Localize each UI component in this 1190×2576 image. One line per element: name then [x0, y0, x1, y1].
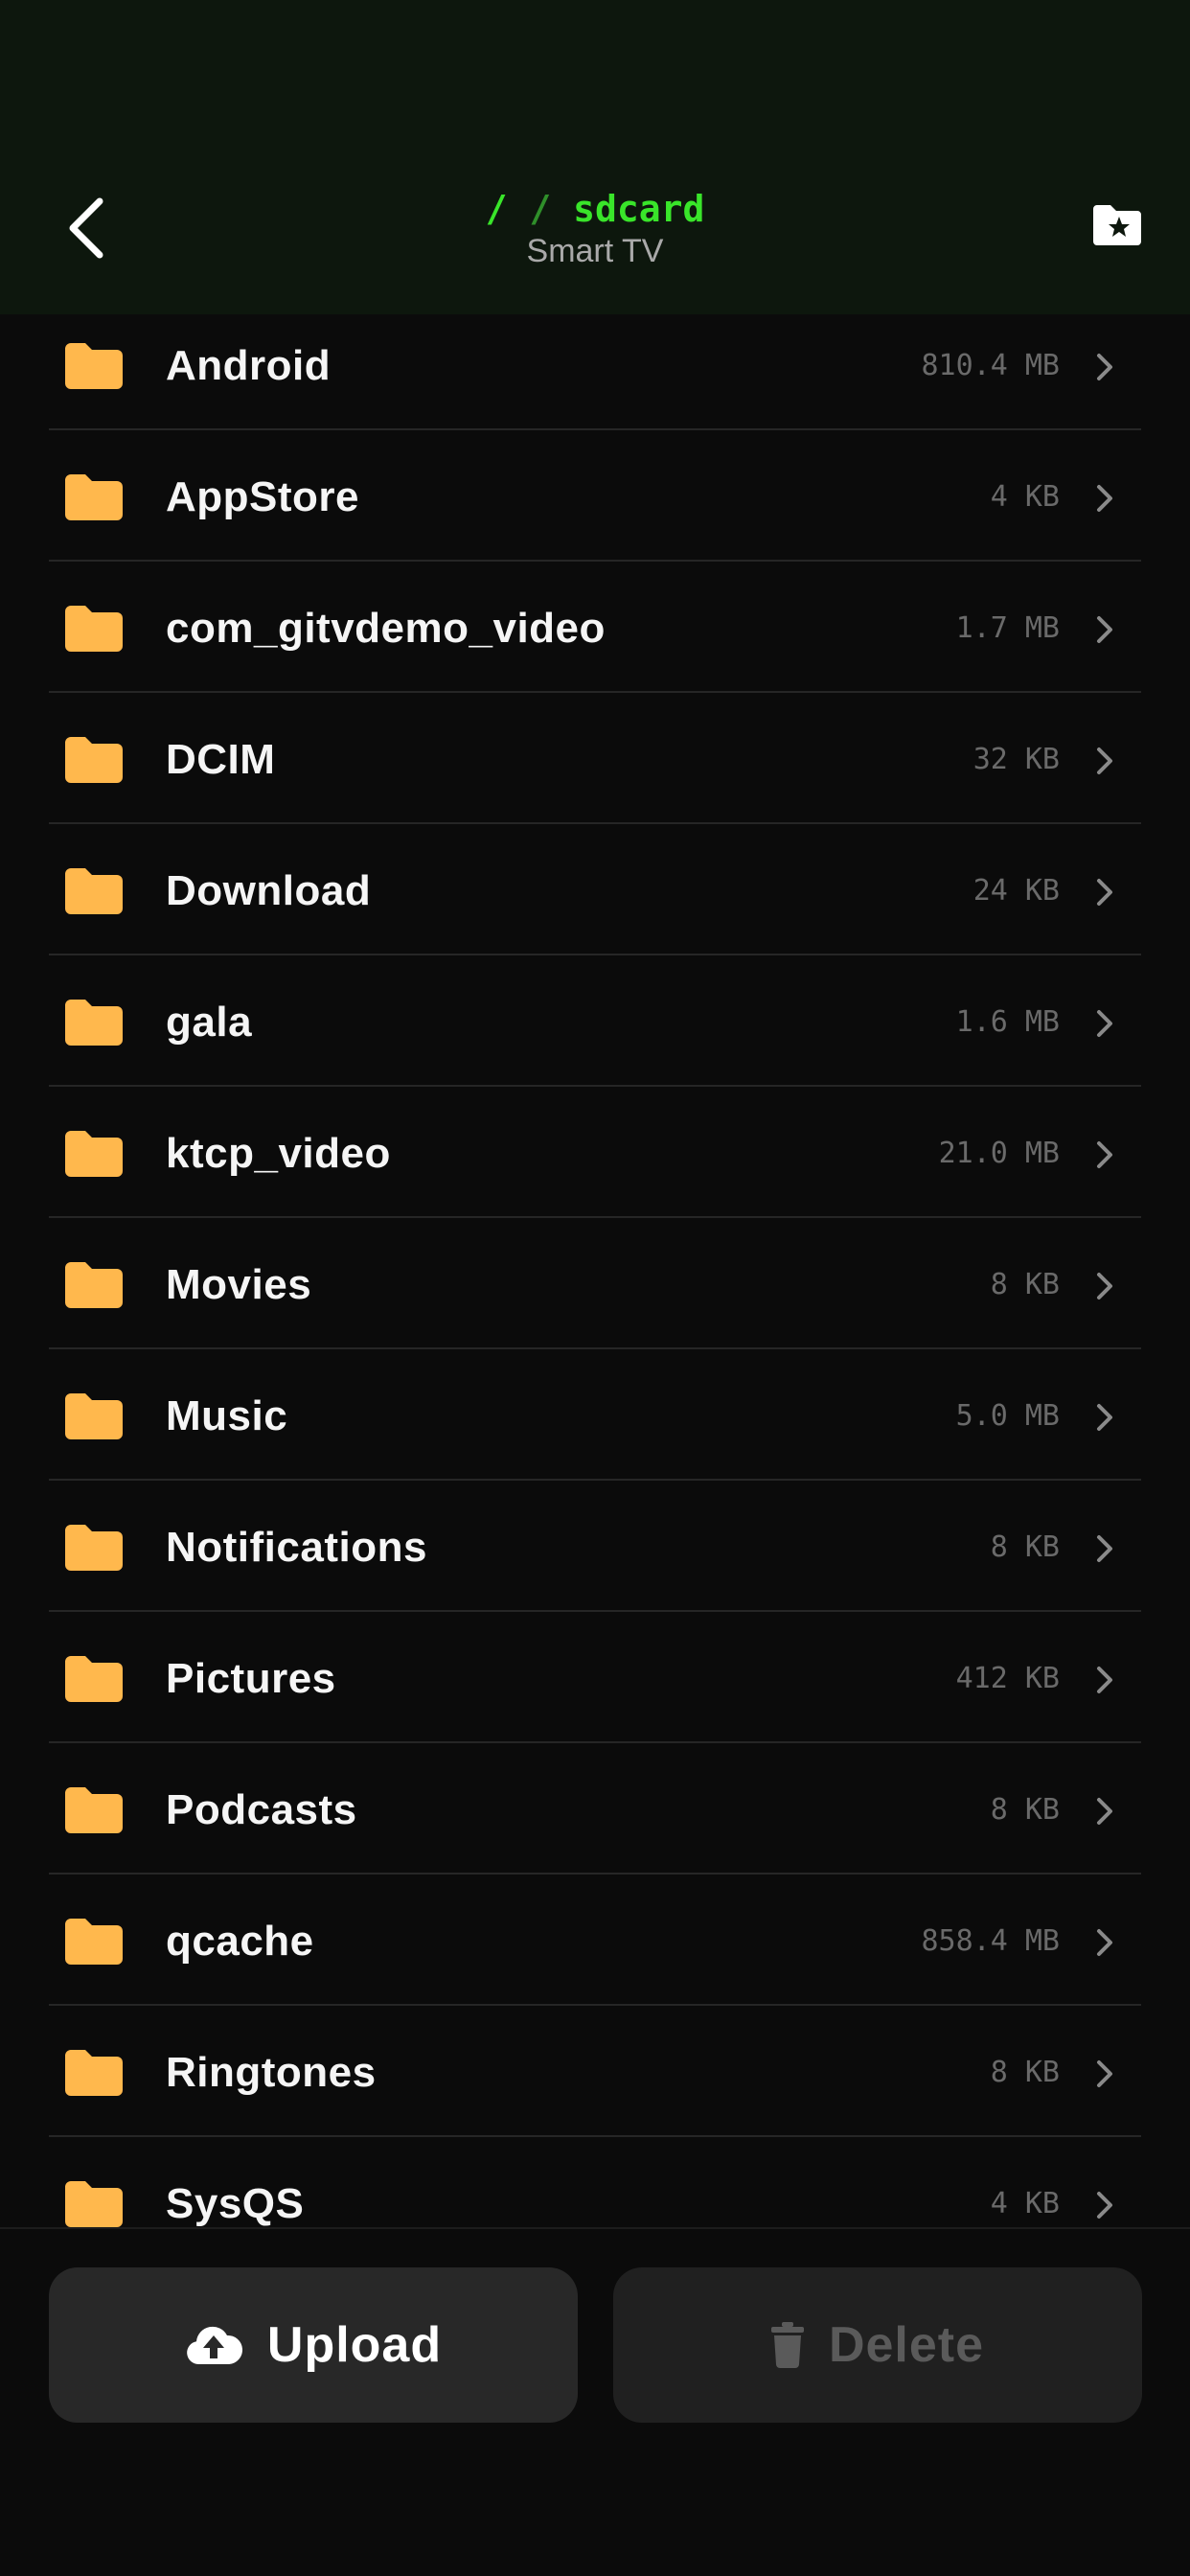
toolbar-divider — [0, 2227, 1190, 2229]
folder-icon — [65, 606, 123, 652]
folder-name: Notifications — [166, 1524, 427, 1571]
folder-size: 810.4 MB — [921, 349, 1061, 382]
folder-name: SysQS — [166, 2180, 305, 2227]
folder-size: 1.6 MB — [955, 1005, 1060, 1039]
folder-row[interactable]: qcache 858.4 MB — [0, 1874, 1190, 2006]
folder-name: qcache — [166, 1918, 314, 1965]
chevron-right-icon — [1097, 354, 1112, 380]
folder-row[interactable]: AppStore 4 KB — [0, 430, 1190, 562]
folder-size: 4 KB — [990, 2187, 1060, 2220]
folder-icon — [65, 1000, 123, 1046]
folder-name: AppStore — [166, 473, 359, 520]
chevron-right-icon — [1097, 616, 1112, 643]
chevron-right-icon — [1097, 1273, 1112, 1300]
folder-row[interactable]: Notifications 8 KB — [0, 1481, 1190, 1612]
folder-icon — [65, 2181, 123, 2227]
folder-icon — [65, 1393, 123, 1439]
folder-size: 5.0 MB — [955, 1399, 1060, 1433]
folder-icon — [65, 1131, 123, 1177]
path-separator: / — [529, 188, 552, 230]
chevron-right-icon — [1097, 1798, 1112, 1825]
folder-icon — [65, 1787, 123, 1833]
folder-name: Podcasts — [166, 1786, 357, 1833]
upload-label: Upload — [266, 2317, 443, 2373]
folder-row[interactable]: gala 1.6 MB — [0, 955, 1190, 1087]
folder-icon — [65, 1525, 123, 1571]
folder-star-icon — [1093, 205, 1141, 245]
folder-size: 24 KB — [973, 874, 1060, 908]
chevron-right-icon — [1097, 879, 1112, 906]
folder-icon — [65, 343, 123, 389]
top-bar: / / sdcard Smart TV — [0, 0, 1190, 314]
folder-size: 21.0 MB — [938, 1137, 1060, 1170]
folder-row[interactable]: com_gitvdemo_video 1.7 MB — [0, 562, 1190, 693]
folder-icon — [65, 1262, 123, 1308]
path-root[interactable]: / — [486, 188, 508, 230]
folder-name: gala — [166, 999, 253, 1046]
chevron-right-icon — [1097, 1010, 1112, 1037]
folder-size: 412 KB — [955, 1662, 1060, 1695]
folder-name: Download — [166, 867, 372, 914]
folder-size: 8 KB — [990, 2056, 1060, 2089]
folder-name: Music — [166, 1392, 288, 1439]
folder-name: com_gitvdemo_video — [166, 605, 606, 652]
folder-name: Pictures — [166, 1655, 336, 1702]
folder-row[interactable]: Pictures 412 KB — [0, 1612, 1190, 1743]
folder-icon — [65, 474, 123, 520]
folder-name: Android — [166, 342, 332, 389]
folder-list[interactable]: Android 810.4 MB AppStore 4 KB com_gitvdemo_… — [0, 314, 1190, 2231]
folder-size: 1.7 MB — [955, 611, 1060, 645]
path-current-folder: sdcard — [573, 188, 705, 230]
chevron-right-icon — [1097, 2192, 1112, 2219]
folder-size: 8 KB — [990, 1268, 1060, 1301]
folder-name: Ringtones — [166, 2049, 377, 2096]
chevron-right-icon — [1097, 2060, 1112, 2087]
upload-button[interactable]: Upload — [49, 2267, 578, 2423]
device-name: Smart TV — [526, 233, 664, 269]
chevron-right-icon — [1097, 1667, 1112, 1693]
trash-icon — [770, 2322, 804, 2368]
folder-row[interactable]: Download 24 KB — [0, 824, 1190, 955]
folder-row[interactable]: Ringtones 8 KB — [0, 2006, 1190, 2137]
folder-size: 4 KB — [990, 480, 1060, 514]
folder-size: 32 KB — [973, 743, 1060, 776]
folder-row[interactable]: Podcasts 8 KB — [0, 1743, 1190, 1874]
folder-name: Movies — [166, 1261, 312, 1308]
folder-row[interactable]: Music 5.0 MB — [0, 1349, 1190, 1481]
folder-icon — [65, 868, 123, 914]
folder-row[interactable]: Movies 8 KB — [0, 1218, 1190, 1349]
folder-icon — [65, 737, 123, 783]
folder-icon — [65, 1919, 123, 1965]
favorites-button[interactable] — [1090, 203, 1144, 255]
chevron-right-icon — [1097, 1141, 1112, 1168]
chevron-right-icon — [1097, 748, 1112, 774]
folder-name: DCIM — [166, 736, 276, 783]
folder-row[interactable]: ktcp_video 21.0 MB — [0, 1087, 1190, 1218]
folder-size: 858.4 MB — [921, 1924, 1061, 1958]
title-block: / / sdcard Smart TV — [0, 188, 1190, 272]
path-breadcrumb: / / sdcard — [0, 188, 1190, 230]
folder-size: 8 KB — [990, 1793, 1060, 1827]
chevron-right-icon — [1097, 485, 1112, 512]
folder-row[interactable]: DCIM 32 KB — [0, 693, 1190, 824]
folder-icon — [65, 2050, 123, 2096]
folder-name: ktcp_video — [166, 1130, 391, 1177]
folder-icon — [65, 1656, 123, 1702]
chevron-right-icon — [1097, 1929, 1112, 1956]
chevron-right-icon — [1097, 1535, 1112, 1562]
cloud-upload-icon — [187, 2326, 242, 2364]
delete-label: Delete — [828, 2317, 985, 2373]
chevron-right-icon — [1097, 1404, 1112, 1431]
folder-row[interactable]: Android 810.4 MB — [0, 314, 1190, 430]
folder-size: 8 KB — [990, 1530, 1060, 1564]
delete-button[interactable]: Delete — [613, 2267, 1142, 2423]
folder-row[interactable]: SysQS 4 KB — [0, 2137, 1190, 2231]
